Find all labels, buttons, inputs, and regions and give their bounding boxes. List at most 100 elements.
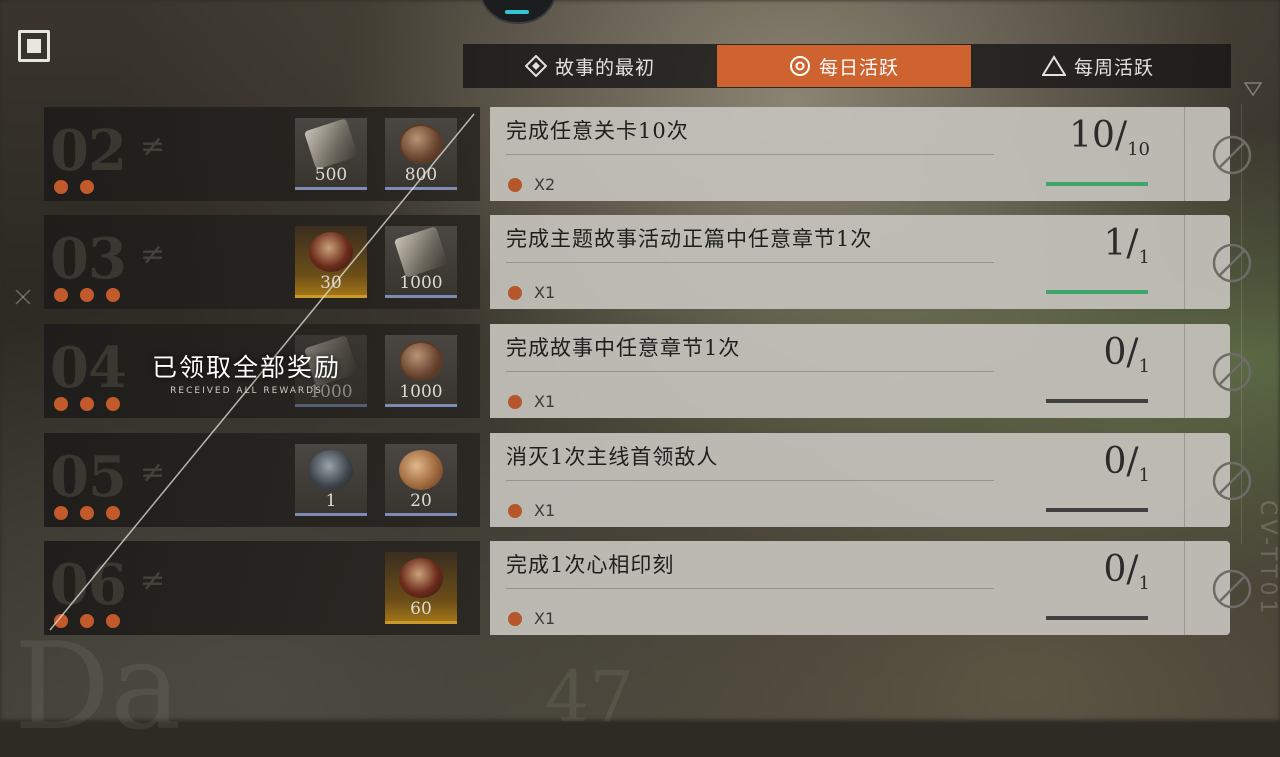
milestone-card: 05 ≠ 1 20 [44, 433, 480, 527]
claim-disabled-icon[interactable] [1211, 460, 1253, 502]
reward-qty: 800 [404, 165, 438, 185]
progress-bar [1046, 616, 1148, 620]
claim-disabled-icon[interactable] [1211, 242, 1253, 284]
received-title: 已领取全部奖励 [152, 353, 342, 382]
task-multiplier: X1 [534, 609, 556, 628]
milestone-level: 05 [50, 444, 127, 510]
progress-bar [1046, 182, 1148, 186]
activity-point-icon [508, 504, 522, 518]
tab-story-beginning[interactable]: 故事的最初 [463, 45, 717, 87]
activity-point-icon [508, 286, 522, 300]
milestone-dot [54, 288, 68, 302]
divider [1184, 107, 1185, 201]
reward-qty: 60 [410, 599, 432, 619]
tab-daily-active[interactable]: 每日活跃 [717, 45, 971, 87]
slash-glyph: / [1126, 223, 1139, 264]
reward-qty: 500 [314, 165, 348, 185]
milestone-dot [80, 180, 94, 194]
background-text-left: Da [14, 618, 182, 757]
progress-current: 0 [1103, 332, 1127, 373]
reward-qty: 30 [320, 273, 342, 293]
tab-label: 每日活跃 [818, 56, 899, 79]
triangle-icon [1041, 55, 1066, 76]
task-title: 完成任意关卡10次 [506, 119, 689, 143]
activity-point-icon [508, 395, 522, 409]
task-card: 完成1次心相印刻 X1 0/1 [490, 541, 1252, 635]
task-progress-text: 1/1 [1010, 223, 1151, 283]
divider [506, 262, 994, 263]
task-progress-text: 0/1 [1010, 332, 1151, 392]
task-multiplier: X1 [534, 392, 556, 411]
reward-slot[interactable]: 800 [385, 118, 457, 190]
not-equal-icon: ≠ [140, 237, 166, 272]
progress-bar-fill [1046, 182, 1148, 186]
divider [506, 480, 994, 481]
tab-bar: 故事的最初 每日活跃 每周活跃 [463, 44, 1231, 88]
milestone-dot [106, 614, 120, 628]
task-card: 完成主题故事活动正篇中任意章节1次 X1 1/1 [490, 215, 1252, 309]
progress-total: 1 [1138, 247, 1150, 268]
progress-total: 1 [1138, 573, 1150, 594]
divider [506, 371, 994, 372]
task-card: 完成故事中任意章节1次 X1 0/1 [490, 324, 1252, 418]
reward-slot[interactable]: 30 [295, 226, 367, 298]
milestone-dot [106, 397, 120, 411]
progress-bar [1046, 399, 1148, 403]
claim-disabled-icon[interactable] [1211, 351, 1253, 393]
activity-point-icon [508, 612, 522, 626]
divider [1184, 324, 1185, 418]
milestone-dot [80, 614, 94, 628]
claim-disabled-icon[interactable] [1211, 568, 1253, 610]
slash-glyph: / [1114, 115, 1128, 156]
reward-slot[interactable]: 60 [385, 552, 457, 624]
task-card: 消灭1次主线首领敌人 X1 0/1 [490, 433, 1252, 527]
milestone-dot [106, 506, 120, 520]
tab-weekly-active[interactable]: 每周活跃 [971, 45, 1225, 87]
progress-current: 0 [1103, 549, 1127, 590]
progress-total: 1 [1138, 356, 1150, 377]
progress-total: 1 [1138, 465, 1150, 486]
tab-label: 每周活跃 [1073, 56, 1154, 79]
reward-slot[interactable]: 1000 [385, 226, 457, 298]
task-card: 完成任意关卡10次 X2 10/10 [490, 107, 1252, 201]
progress-current: 0 [1103, 441, 1127, 482]
progress-total: 10 [1127, 139, 1150, 160]
progress-bar [1046, 508, 1148, 512]
milestone-card: 03 ≠ 30 1000 [44, 215, 480, 309]
divider [1184, 433, 1185, 527]
slash-glyph: / [1126, 441, 1139, 482]
milestone-card: 02 ≠ 500 800 [44, 107, 480, 201]
milestone-dots [54, 288, 120, 302]
milestone-card: 06 ≠ 60 [44, 541, 480, 635]
reward-qty: 1 [325, 491, 337, 511]
not-equal-icon: ≠ [140, 455, 166, 490]
coin-icon [399, 124, 443, 164]
coin-icon [399, 341, 443, 381]
crystal-shard-icon [393, 226, 449, 278]
reward-slot[interactable]: 500 [295, 118, 367, 190]
reward-slot[interactable]: 20 [385, 444, 457, 516]
home-button[interactable] [18, 30, 50, 62]
amber-orb-icon [309, 232, 353, 272]
task-title: 完成主题故事活动正篇中任意章节1次 [506, 227, 873, 251]
milestone-dots [54, 397, 120, 411]
background-text-side: CV-TT01 [1255, 500, 1280, 618]
task-multiplier: X1 [534, 501, 556, 520]
milestone-level: 06 [50, 552, 127, 618]
task-title: 完成1次心相印刻 [506, 553, 675, 577]
received-subtitle: RECEIVED ALL REWARDS [170, 386, 323, 396]
reward-qty: 20 [410, 491, 432, 511]
dark-sphere-icon [309, 450, 353, 490]
milestone-level: 04 [50, 335, 127, 401]
task-multiplier: X2 [534, 175, 556, 194]
milestone-dots [54, 506, 120, 520]
task-title: 完成故事中任意章节1次 [506, 336, 741, 360]
claim-disabled-icon[interactable] [1211, 134, 1253, 176]
reward-slot[interactable]: 1 [295, 444, 367, 516]
task-progress-text: 0/1 [1010, 549, 1151, 609]
reward-qty: 1000 [399, 382, 443, 402]
reward-slot[interactable]: 1000 [385, 335, 457, 407]
diamond-icon [524, 55, 547, 77]
milestone-dot [54, 397, 68, 411]
milestone-dot [80, 288, 94, 302]
